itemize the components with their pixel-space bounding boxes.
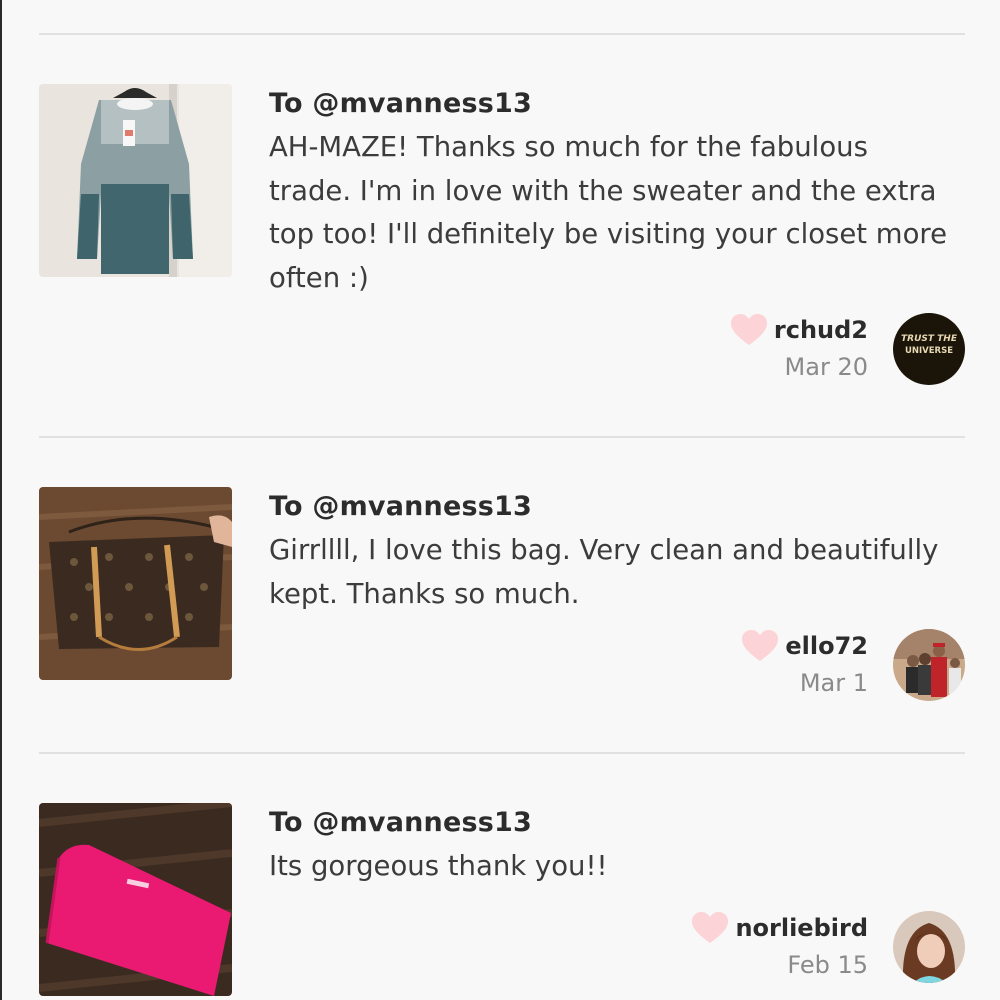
note-meta: ello72 Mar 1: [741, 629, 868, 697]
heart-icon[interactable]: [730, 313, 768, 347]
avatar-image: [893, 629, 965, 701]
note-date: Mar 20: [784, 353, 868, 381]
divider: [39, 752, 965, 754]
bag-image: [39, 487, 232, 680]
note-date: Mar 1: [799, 669, 868, 697]
user-avatar[interactable]: TRUST THE UNIVERSE: [893, 313, 965, 385]
avatar-image: TRUST THE UNIVERSE: [893, 313, 965, 385]
item-photo-wallet[interactable]: [39, 803, 232, 996]
divider: [39, 33, 965, 35]
user-row: ello72: [741, 629, 868, 663]
recipient-label: To @mvanness13: [269, 491, 533, 522]
username-link[interactable]: norliebird: [735, 914, 868, 942]
heart-icon[interactable]: [691, 911, 729, 945]
note-message: Girrllll, I love this bag. Very clean an…: [269, 534, 939, 610]
note-meta: norliebird Feb 15: [691, 911, 868, 979]
avatar-image: [893, 911, 965, 983]
note-message: Its gorgeous thank you!!: [269, 850, 608, 882]
sweater-image: [39, 84, 232, 277]
username-link[interactable]: ello72: [785, 632, 868, 660]
user-avatar[interactable]: [893, 629, 965, 701]
recipient-label: To @mvanness13: [269, 807, 533, 838]
user-row: norliebird: [691, 911, 868, 945]
avatar-text-line-1: TRUST THE: [901, 334, 958, 344]
user-avatar[interactable]: [893, 911, 965, 983]
user-row: rchud2: [730, 313, 868, 347]
heart-icon[interactable]: [741, 629, 779, 663]
note-meta: rchud2 Mar 20: [730, 313, 868, 381]
username-link[interactable]: rchud2: [774, 316, 868, 344]
divider: [39, 436, 965, 438]
item-photo-bag[interactable]: [39, 487, 232, 680]
note-date: Feb 15: [787, 951, 868, 979]
note-message: AH-MAZE! Thanks so much for the fabulous…: [269, 131, 948, 294]
wallet-image: [39, 803, 232, 996]
recipient-label: To @mvanness13: [269, 88, 533, 119]
avatar-text-line-2: UNIVERSE: [905, 346, 953, 356]
item-photo-sweater[interactable]: [39, 84, 232, 277]
